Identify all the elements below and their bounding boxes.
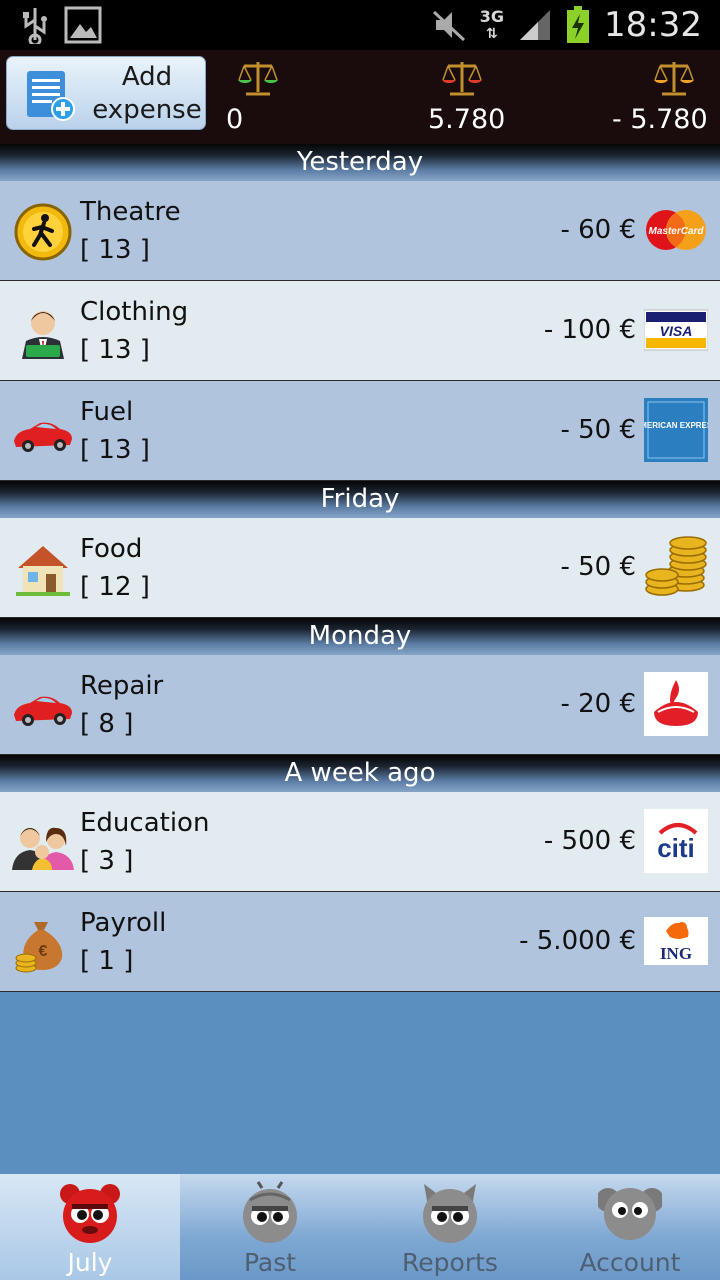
section-header-monday: Monday xyxy=(0,618,720,655)
balance-net-value: - 5.780 xyxy=(612,104,708,135)
mute-icon xyxy=(432,10,465,42)
scale-orange-icon xyxy=(654,62,694,96)
expense-count: [ 12 ] xyxy=(80,572,150,602)
expense-amount: - 100 € xyxy=(543,315,636,345)
gray-bug-icon xyxy=(243,1181,297,1243)
expense-count: [ 1 ] xyxy=(80,946,134,976)
section-header-week-ago: A week ago xyxy=(0,755,720,792)
expense-name: Fuel xyxy=(80,397,134,427)
status-bar: 3G ⇅ 18:32 xyxy=(0,0,720,50)
expense-name: Clothing xyxy=(80,297,189,327)
tab-label: July xyxy=(67,1248,113,1277)
network-indicator: 3G ⇅ xyxy=(479,6,505,42)
balance-income-value: 0 xyxy=(226,104,244,135)
expense-name: Repair xyxy=(80,671,164,701)
expense-amount: - 50 € xyxy=(560,552,636,582)
santander-icon xyxy=(644,672,708,736)
summary-header: Add expense 0 5.780 - 5.780 xyxy=(0,50,720,144)
tab-reports[interactable]: Reports xyxy=(360,1174,540,1280)
expense-name: Food xyxy=(80,534,143,564)
mastercard-text: MasterCard xyxy=(648,226,704,237)
battery-charging-icon xyxy=(567,6,590,43)
car-icon xyxy=(14,422,72,452)
section-header-friday: Friday xyxy=(0,481,720,518)
expense-list: Yesterday Theatre [ 13 ] - 60 € MasterCa… xyxy=(0,144,720,992)
gray-cat-icon xyxy=(423,1184,477,1243)
tab-july[interactable]: July xyxy=(0,1174,180,1280)
ing-text: ING xyxy=(660,944,692,963)
balance-income: 0 xyxy=(222,50,342,144)
signal-icon xyxy=(520,10,551,40)
expense-amount: - 500 € xyxy=(543,826,636,856)
add-expense-button[interactable]: Add expense xyxy=(6,56,206,130)
tab-past[interactable]: Past xyxy=(180,1174,360,1280)
add-expense-label: Add expense xyxy=(92,62,202,125)
expense-amount: - 60 € xyxy=(560,215,636,245)
mastercard-icon: MasterCard xyxy=(646,210,706,250)
tab-account[interactable]: Account xyxy=(540,1174,720,1280)
car-icon xyxy=(14,696,72,726)
scale-green-icon xyxy=(238,62,278,96)
citi-text: citi xyxy=(657,833,695,863)
expense-row-repair[interactable]: Repair [ 8 ] - 20 € xyxy=(0,655,720,755)
scale-red-icon xyxy=(442,62,482,96)
section-title: Monday xyxy=(308,621,412,651)
expense-count: [ 3 ] xyxy=(80,846,134,876)
expense-count: [ 8 ] xyxy=(80,709,134,739)
visa-text: VISA xyxy=(660,323,693,339)
expense-name: Payroll xyxy=(80,908,167,938)
tab-label: Reports xyxy=(402,1248,498,1277)
ing-icon: ING xyxy=(644,917,708,965)
expense-count: [ 13 ] xyxy=(80,435,150,465)
section-header-yesterday: Yesterday xyxy=(0,144,720,181)
section-title: A week ago xyxy=(284,758,436,788)
image-icon xyxy=(64,6,102,44)
balance-expense: 5.780 xyxy=(420,50,510,144)
expense-row-fuel[interactable]: Fuel [ 13 ] - 50 € AMERICAN EXPRESS xyxy=(0,381,720,481)
citi-icon: citi xyxy=(644,809,708,873)
tab-label: Account xyxy=(579,1248,681,1277)
amex-text: AMERICAN EXPRESS xyxy=(644,421,708,430)
expense-row-payroll[interactable]: € Payroll [ 1 ] - 5.000 € ING xyxy=(0,892,720,992)
expense-count: [ 13 ] xyxy=(80,335,150,365)
expense-name: Theatre xyxy=(80,197,181,227)
family-icon xyxy=(12,827,74,870)
expense-amount: - 20 € xyxy=(560,689,636,719)
status-time: 18:32 xyxy=(604,5,702,45)
expense-row-education[interactable]: Education [ 3 ] - 500 € citi xyxy=(0,792,720,892)
usb-icon xyxy=(23,8,47,44)
expense-amount: - 5.000 € xyxy=(519,926,636,956)
house-icon xyxy=(16,546,70,596)
red-bear-icon xyxy=(60,1184,120,1243)
tab-label: Past xyxy=(243,1248,297,1277)
expense-row-theatre[interactable]: Theatre [ 13 ] - 60 € MasterCard xyxy=(0,181,720,281)
expense-name: Education xyxy=(80,808,210,838)
businessman-icon xyxy=(22,311,64,359)
theatre-icon xyxy=(14,203,72,261)
data-arrows-icon: ⇅ xyxy=(486,25,498,42)
money-bag-icon: € xyxy=(15,922,63,973)
expense-row-food[interactable]: Food [ 12 ] - 50 € xyxy=(0,518,720,618)
expense-count: [ 13 ] xyxy=(80,235,150,265)
section-title: Yesterday xyxy=(296,147,424,177)
section-title: Friday xyxy=(320,484,400,514)
amex-icon: AMERICAN EXPRESS xyxy=(644,398,708,462)
expense-row-clothing[interactable]: Clothing [ 13 ] - 100 € VISA xyxy=(0,281,720,381)
balance-net: - 5.780 xyxy=(600,50,710,144)
bottom-nav: July Past Reports Account xyxy=(0,1174,720,1280)
expense-amount: - 50 € xyxy=(560,415,636,445)
network-label: 3G xyxy=(479,6,505,26)
gray-elephant-icon xyxy=(598,1188,662,1240)
visa-icon: VISA xyxy=(644,309,708,351)
svg-text:€: € xyxy=(39,943,48,960)
coins-icon xyxy=(645,536,707,596)
add-document-icon xyxy=(27,71,75,121)
balance-expense-value: 5.780 xyxy=(428,104,506,135)
